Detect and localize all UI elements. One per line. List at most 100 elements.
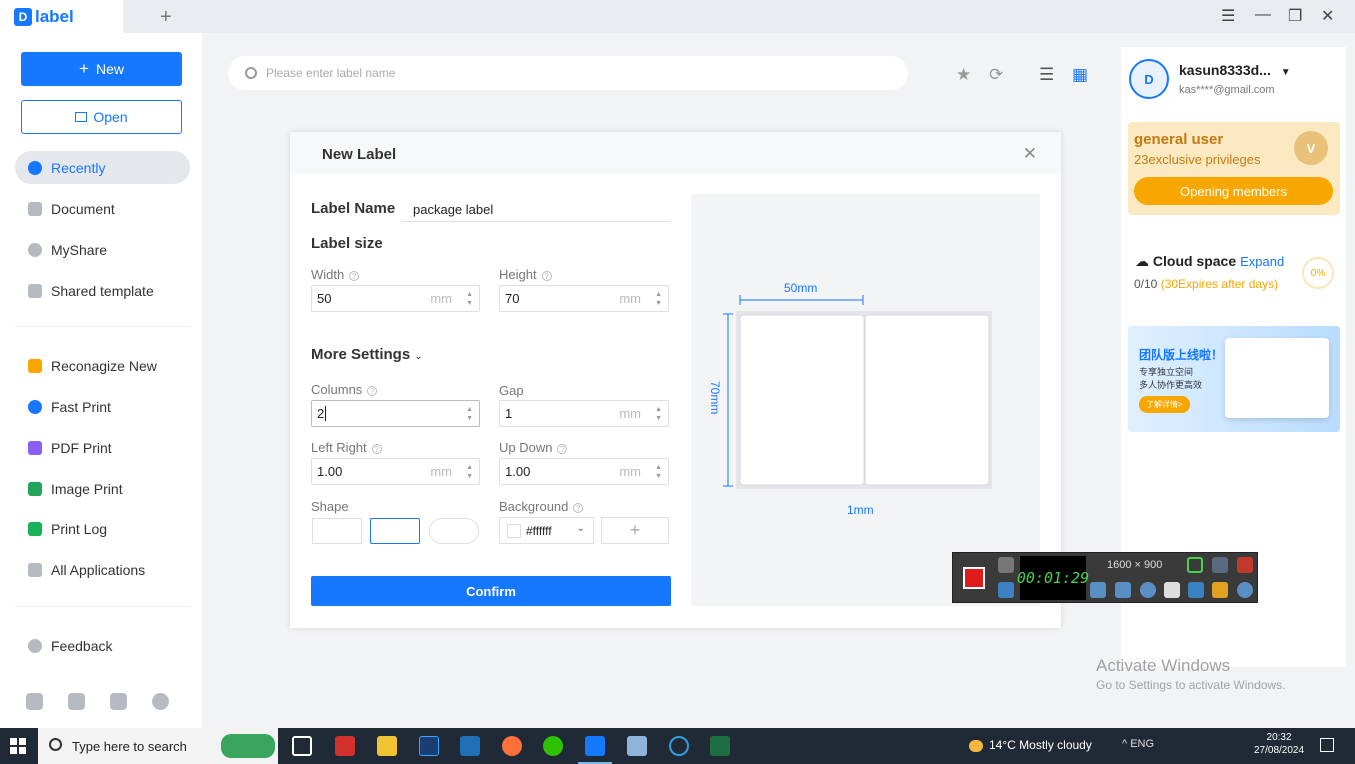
pause-icon[interactable] bbox=[998, 582, 1014, 598]
gear-icon[interactable] bbox=[1237, 582, 1253, 598]
star-icon[interactable]: ★ bbox=[956, 65, 971, 85]
stepper-icon[interactable]: ▲ ▼ bbox=[655, 405, 662, 423]
avatar[interactable]: D bbox=[1129, 59, 1169, 99]
search-input[interactable]: Please enter label name bbox=[266, 66, 395, 80]
webcam-icon[interactable] bbox=[1140, 582, 1156, 598]
sidebar-item-recently[interactable]: Recently bbox=[15, 151, 190, 184]
shape-ellipse-option[interactable] bbox=[429, 518, 479, 544]
sidebar-item-fast-print[interactable]: Fast Print bbox=[15, 390, 190, 423]
banner-title: 团队版上线啦！ bbox=[1139, 348, 1224, 362]
sidebar-item-document[interactable]: Document bbox=[15, 192, 190, 225]
taskbar-clock[interactable]: 20:32 27/08/2024 bbox=[1254, 731, 1304, 757]
shape-rectangle-option[interactable] bbox=[312, 518, 362, 544]
team-banner[interactable]: 团队版上线啦！ 专享独立空间 多人协作更高效 了解详情> bbox=[1128, 326, 1340, 432]
help-icon[interactable] bbox=[152, 693, 169, 710]
taskbar-search[interactable]: Type here to search bbox=[38, 728, 278, 764]
taskbar-search-input[interactable]: Type here to search bbox=[72, 739, 187, 754]
height-input[interactable]: 70 mm ▲ ▼ bbox=[499, 285, 669, 312]
user-name[interactable]: kasun8333d... ▼ bbox=[1179, 62, 1291, 78]
sidebar-item-recognize-new[interactable]: Reconagize New bbox=[15, 349, 190, 382]
app-icon-notes[interactable] bbox=[627, 736, 647, 756]
pen-icon[interactable] bbox=[1188, 582, 1204, 598]
sidebar-item-myshare[interactable]: MyShare bbox=[15, 233, 190, 266]
opening-members-button[interactable]: Opening members bbox=[1134, 177, 1333, 205]
sidebar-item-shared-template[interactable]: Shared template bbox=[15, 274, 190, 307]
label-name-input[interactable]: package label bbox=[402, 196, 670, 222]
speaker-icon[interactable] bbox=[1090, 582, 1106, 598]
sidebar-item-all-applications[interactable]: All Applications bbox=[15, 553, 190, 586]
sidebar-item-label: Image Print bbox=[51, 480, 123, 497]
excel-icon[interactable] bbox=[710, 736, 730, 756]
banner-button[interactable]: 了解详情> bbox=[1139, 396, 1190, 413]
new-button[interactable]: + New bbox=[21, 52, 182, 86]
list-view-icon[interactable]: ☰ bbox=[1039, 65, 1054, 85]
columns-input[interactable]: 2 ▲ ▼ bbox=[311, 400, 480, 427]
task-view-icon[interactable] bbox=[292, 736, 312, 756]
video-icon[interactable] bbox=[68, 693, 85, 710]
keyboard-icon[interactable] bbox=[110, 693, 127, 710]
confirm-button[interactable]: Confirm bbox=[311, 576, 671, 606]
add-tab-button[interactable]: + bbox=[160, 6, 172, 29]
refresh-icon[interactable]: ⟳ bbox=[989, 65, 1003, 85]
close-recorder-icon[interactable] bbox=[1237, 557, 1253, 573]
label-app-icon[interactable] bbox=[585, 736, 605, 756]
help-icon[interactable]: ? bbox=[573, 502, 584, 513]
notification-icon[interactable] bbox=[1320, 738, 1334, 752]
stepper-icon[interactable]: ▲ ▼ bbox=[466, 463, 473, 481]
more-settings-toggle[interactable]: More Settings ⌄ bbox=[311, 346, 423, 363]
help-icon[interactable]: ? bbox=[349, 270, 360, 281]
minimize-recorder-icon[interactable] bbox=[1212, 557, 1228, 573]
menu-icon[interactable]: ☰ bbox=[1221, 6, 1235, 26]
sidebar-item-pdf-print[interactable]: PDF Print bbox=[15, 431, 190, 464]
weather-widget[interactable]: 14°C Mostly cloudy bbox=[969, 738, 1092, 752]
home-icon[interactable] bbox=[26, 693, 43, 710]
left-right-input[interactable]: 1.00 mm ▲ ▼ bbox=[311, 458, 480, 485]
add-background-button[interactable]: + bbox=[601, 517, 669, 544]
app-icon-arduino[interactable] bbox=[669, 736, 689, 756]
app-name: label bbox=[35, 6, 74, 26]
stepper-icon[interactable]: ▲ ▼ bbox=[655, 290, 662, 308]
help-icon[interactable]: ? bbox=[541, 270, 552, 281]
help-icon[interactable]: ? bbox=[371, 443, 382, 454]
microphone-icon[interactable] bbox=[1115, 582, 1131, 598]
document-icon bbox=[28, 201, 42, 216]
help-icon[interactable]: ? bbox=[367, 385, 378, 396]
firefox-icon[interactable] bbox=[502, 736, 522, 756]
stepper-icon[interactable]: ▲ ▼ bbox=[655, 463, 662, 481]
open-button[interactable]: Open bbox=[21, 100, 182, 134]
windows-start-icon[interactable] bbox=[10, 738, 26, 754]
app-icon-mindmaster[interactable] bbox=[335, 736, 355, 756]
close-window-button[interactable]: ✕ bbox=[1321, 6, 1334, 26]
search-bar[interactable]: Please enter label name bbox=[228, 56, 908, 90]
region-icon[interactable] bbox=[1187, 557, 1203, 573]
chevron-down-icon[interactable]: ▼ bbox=[1281, 67, 1291, 78]
app-icon-op[interactable] bbox=[460, 736, 480, 756]
background-color-select[interactable]: #ffffff ⌄ bbox=[499, 517, 594, 544]
sidebar-item-image-print[interactable]: Image Print bbox=[15, 472, 190, 505]
gap-input[interactable]: 1 mm ▲ ▼ bbox=[499, 400, 669, 427]
sidebar-item-feedback[interactable]: Feedback bbox=[15, 629, 190, 662]
file-explorer-icon[interactable] bbox=[377, 736, 397, 756]
sidebar-item-label: MyShare bbox=[51, 241, 108, 258]
folder-icon[interactable] bbox=[1212, 582, 1228, 598]
help-icon[interactable]: ? bbox=[557, 443, 568, 454]
up-down-input[interactable]: 1.00 mm ▲ ▼ bbox=[499, 458, 669, 485]
close-icon[interactable]: ✕ bbox=[1023, 144, 1037, 164]
sidebar-item-print-log[interactable]: Print Log bbox=[15, 512, 190, 545]
expand-link[interactable]: Expand bbox=[1240, 254, 1284, 269]
restore-button[interactable]: ❐ bbox=[1288, 6, 1302, 26]
app-tab[interactable]: D label bbox=[0, 0, 123, 33]
grid-view-icon[interactable]: ▦ bbox=[1072, 65, 1088, 85]
width-input[interactable]: 50 mm ▲ ▼ bbox=[311, 285, 480, 312]
photoshop-icon[interactable] bbox=[419, 736, 439, 756]
sidebar-item-label: PDF Print bbox=[51, 439, 112, 456]
stepper-icon[interactable]: ▲ ▼ bbox=[466, 290, 473, 308]
system-tray[interactable]: ^ ENG bbox=[1122, 738, 1154, 750]
shape-rounded-option[interactable] bbox=[370, 518, 420, 544]
camera-icon[interactable] bbox=[998, 557, 1014, 573]
record-button[interactable] bbox=[963, 567, 985, 589]
wechat-icon[interactable] bbox=[543, 736, 563, 756]
stepper-icon[interactable]: ▲ ▼ bbox=[466, 405, 473, 423]
minimize-button[interactable]: — bbox=[1255, 6, 1271, 24]
cursor-icon[interactable] bbox=[1164, 582, 1180, 598]
